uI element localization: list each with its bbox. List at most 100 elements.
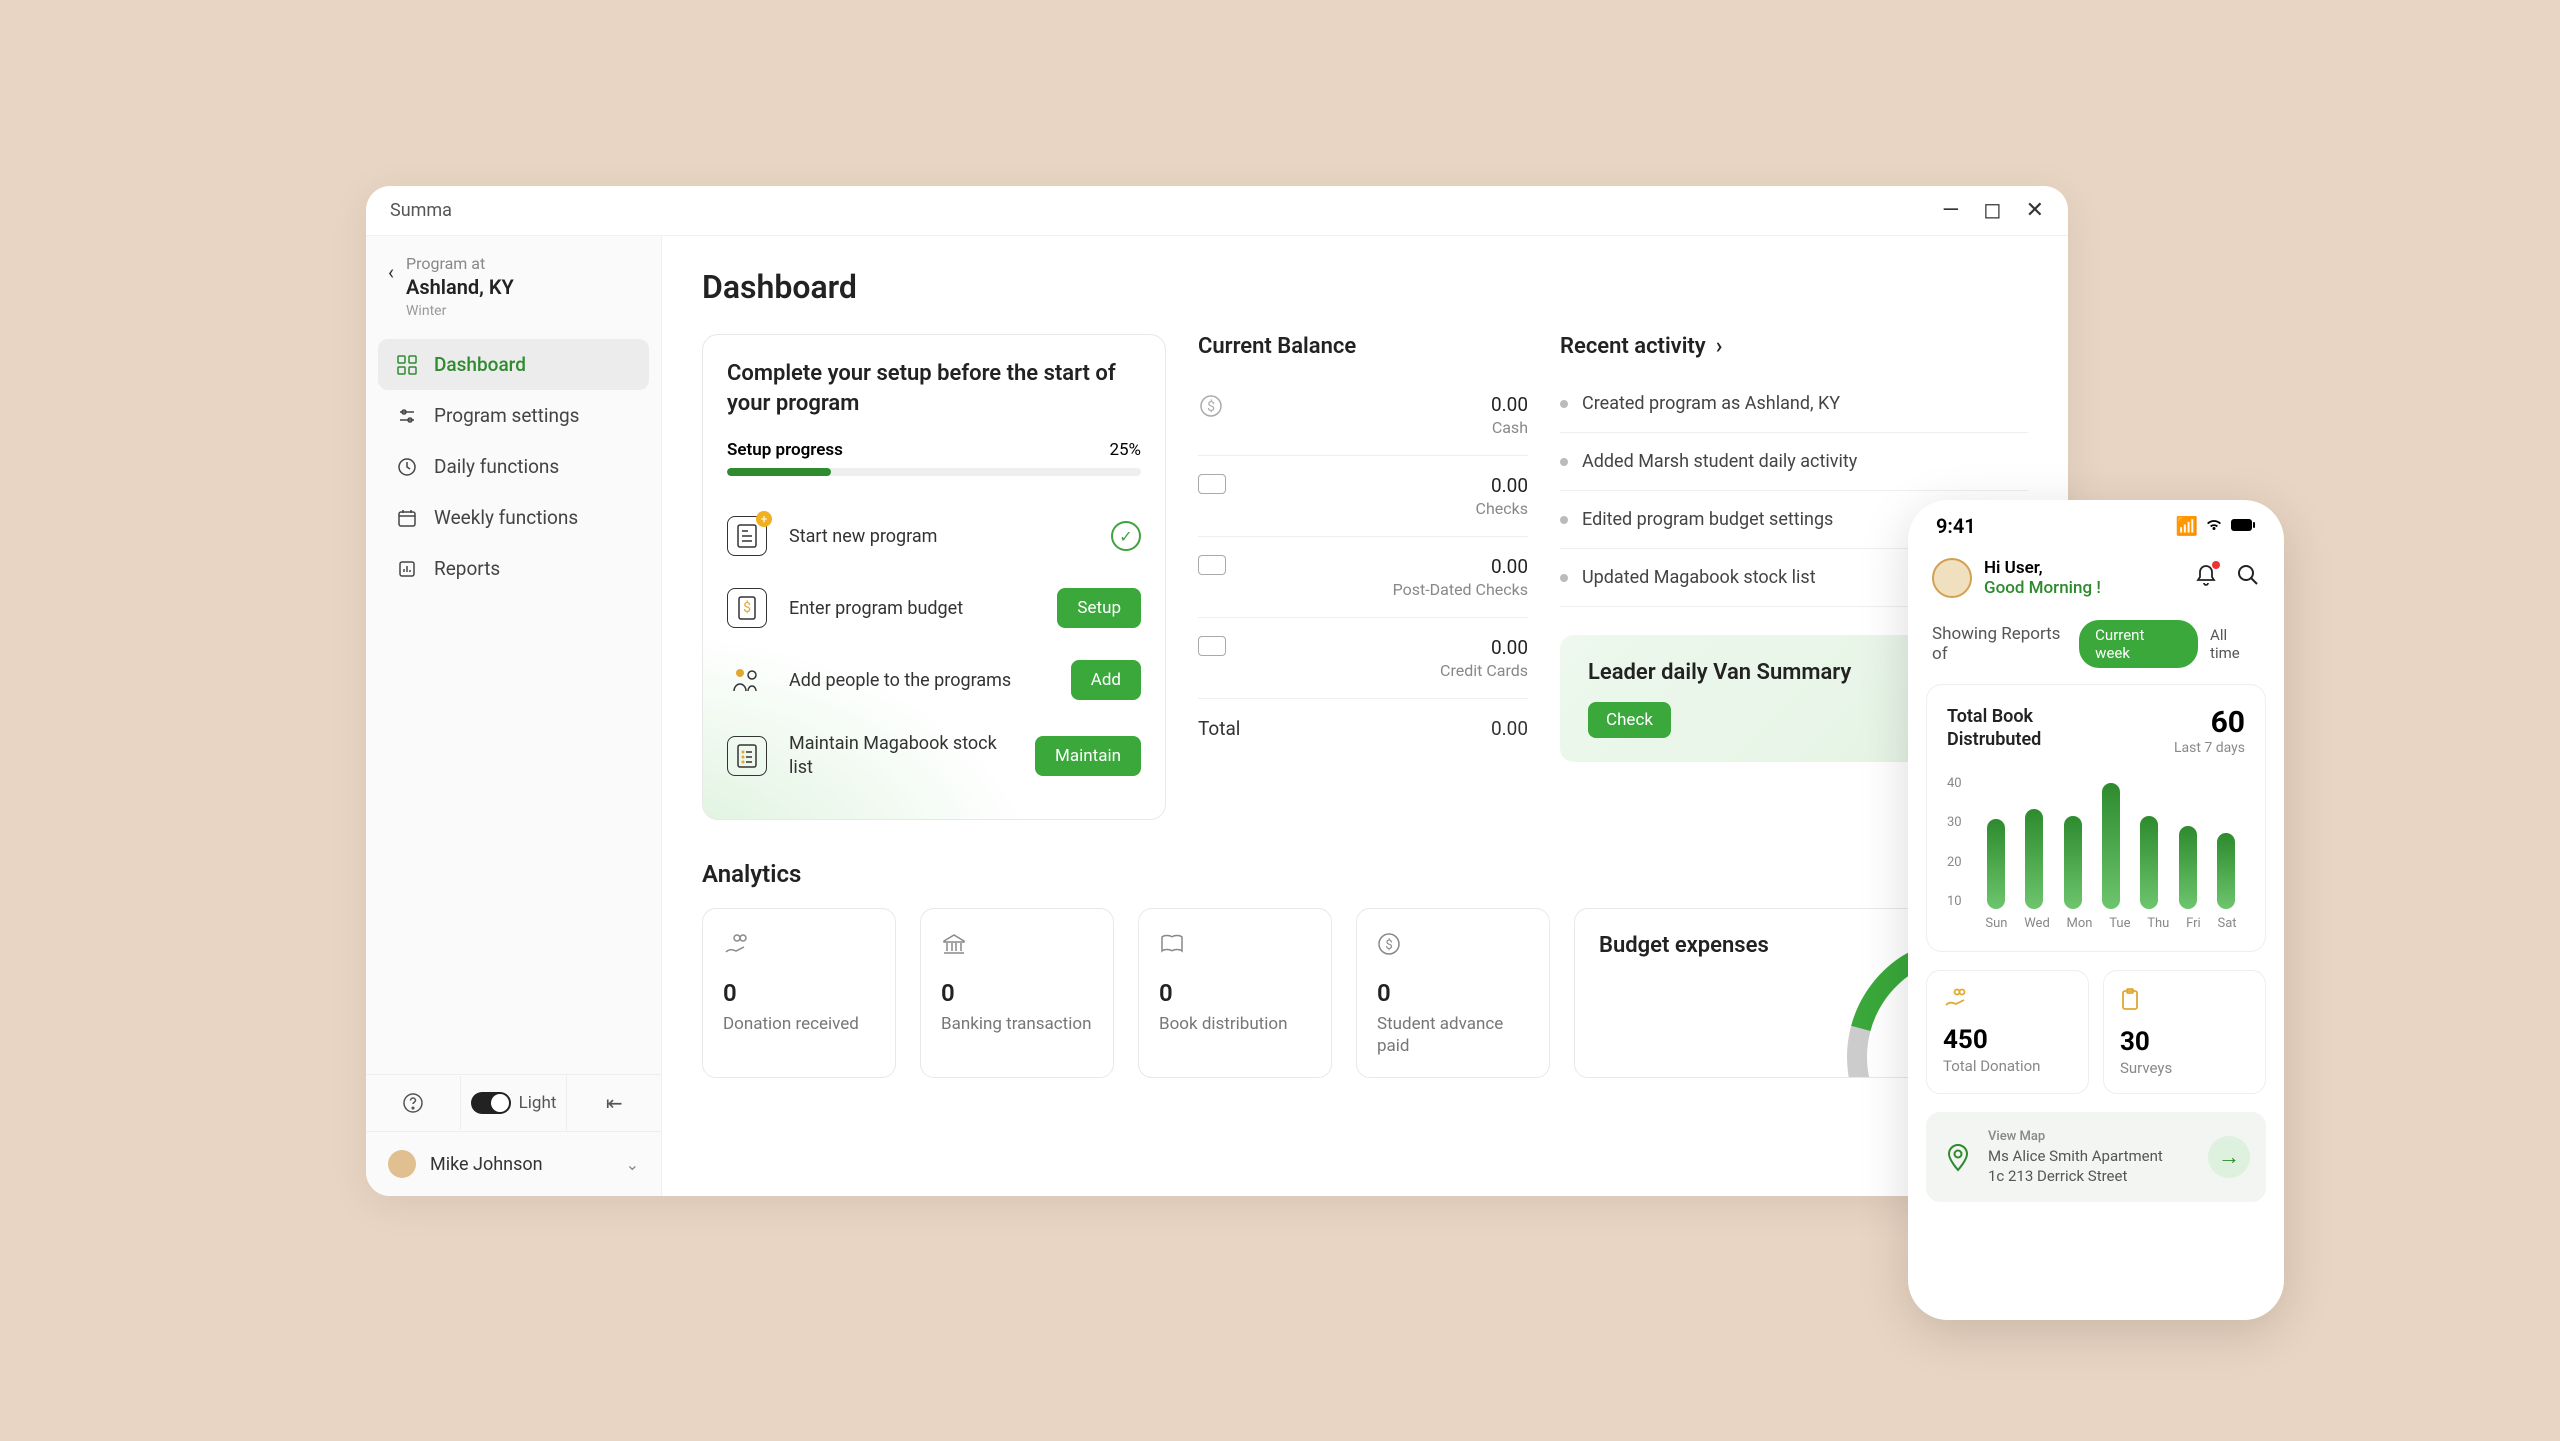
chart-bar: [2102, 783, 2120, 909]
phone-user: Hi User, Good Morning !: [1932, 558, 2101, 598]
bank-icon: [941, 929, 1093, 959]
balance-lbl: Cash: [1491, 418, 1528, 437]
check-button[interactable]: Check: [1588, 702, 1671, 738]
progress-label: Setup progress: [727, 440, 843, 460]
analytics-card-banking[interactable]: 0 Banking transaction: [920, 908, 1114, 1078]
sidebar-item-program-settings[interactable]: Program settings: [378, 390, 649, 441]
balance-total: Total 0.00: [1198, 699, 1528, 740]
current-week-pill[interactable]: Current week: [2079, 620, 2198, 668]
chart-bar: [2140, 816, 2158, 909]
balance-amt: 0.00: [1476, 474, 1528, 497]
sidebar-item-daily-functions[interactable]: Daily functions: [378, 441, 649, 492]
dot-icon: [1560, 458, 1568, 466]
back-icon[interactable]: ‹: [388, 260, 394, 284]
analytics-card-book[interactable]: 0 Book distribution: [1138, 908, 1332, 1078]
credit-card-icon: [1198, 636, 1226, 656]
status-bar: 9:41 📶: [1908, 500, 2284, 544]
chart-big-value: 60: [2174, 705, 2245, 740]
settings-icon: [396, 405, 418, 427]
activity-header[interactable]: Recent activity ›: [1560, 334, 2028, 359]
all-time-link[interactable]: All time: [2210, 626, 2260, 662]
balance-section: Current Balance $ 0.00 Cash 0.00: [1198, 334, 1528, 820]
help-button[interactable]: [366, 1076, 460, 1130]
x-tick: Sat: [2217, 916, 2236, 931]
chart-label: Total Book Distrubuted: [1947, 705, 2097, 752]
morning-text: Good Morning !: [1984, 578, 2101, 598]
stat-label: Surveys: [2120, 1059, 2249, 1077]
notification-dot-icon: [2212, 561, 2220, 569]
chart-bar: [2025, 809, 2043, 909]
map-pin-icon: [1942, 1141, 1974, 1173]
sidebar-item-dashboard[interactable]: Dashboard: [378, 339, 649, 390]
budget-icon: $: [727, 588, 767, 628]
balance-row-credit: 0.00 Credit Cards: [1198, 618, 1528, 699]
chart-bars: [1977, 776, 2245, 909]
program-location: Ashland, KY: [406, 275, 514, 299]
map-text: View Map Ms Alice Smith Apartment 1c 213…: [1988, 1128, 2194, 1186]
sidebar-nav: Dashboard Program settings Daily functio…: [366, 331, 661, 602]
sidebar-item-weekly-functions[interactable]: Weekly functions: [378, 492, 649, 543]
main-layout: ‹ Program at Ashland, KY Winter Dashboar…: [366, 236, 2068, 1196]
x-tick: Thu: [2147, 916, 2169, 931]
analytics-value: 0: [723, 979, 875, 1007]
balance-row-postdated: 0.00 Post-Dated Checks: [1198, 537, 1528, 618]
balance-row-checks: 0.00 Checks: [1198, 456, 1528, 537]
phone-header: Hi User, Good Morning !: [1908, 544, 2284, 612]
dollar-circle-icon: $: [1377, 929, 1529, 959]
balance-amt: 0.00: [1440, 636, 1528, 659]
chevron-down-icon: ⌄: [626, 1155, 639, 1174]
greeting-text: Hi User,: [1984, 558, 2101, 578]
stat-card-donation[interactable]: 450 Total Donation: [1926, 970, 2089, 1094]
sidebar-item-reports[interactable]: Reports: [378, 543, 649, 594]
window-close-icon[interactable]: ✕: [2026, 198, 2044, 223]
analytics-label: Book distribution: [1159, 1013, 1311, 1035]
window-minimize-icon[interactable]: —: [1942, 198, 1959, 223]
activity-item: Added Marsh student daily activity: [1560, 433, 2028, 491]
total-label: Total: [1198, 717, 1240, 740]
chart-big-sub: Last 7 days: [2174, 740, 2245, 756]
nav-label: Daily functions: [434, 455, 559, 478]
check-icon: ✓: [1111, 521, 1141, 551]
wifi-icon: [2204, 516, 2224, 537]
svg-text:$: $: [1207, 398, 1215, 415]
analytics-card-donation[interactable]: 0 Donation received: [702, 908, 896, 1078]
window-maximize-icon[interactable]: ◻: [1983, 198, 2001, 223]
balance-title: Current Balance: [1198, 334, 1528, 359]
maintain-button[interactable]: Maintain: [1035, 736, 1141, 776]
analytics-card-advance[interactable]: $ 0 Student advance paid: [1356, 908, 1550, 1078]
chart-bar: [2064, 816, 2082, 909]
analytics-header: Analytics ⋮: [702, 860, 2028, 888]
user-menu[interactable]: Mike Johnson ⌄: [366, 1132, 661, 1196]
sidebar-footer: Light ⇤ Mike Johnson ⌄: [366, 1074, 661, 1196]
setup-button[interactable]: Setup: [1057, 588, 1141, 628]
chart-bar: [2179, 826, 2197, 909]
collapse-button[interactable]: ⇤: [566, 1075, 661, 1131]
y-axis: 40 30 20 10: [1947, 776, 1971, 909]
total-amount: 0.00: [1491, 717, 1528, 740]
stat-label: Total Donation: [1943, 1057, 2072, 1075]
map-card[interactable]: View Map Ms Alice Smith Apartment 1c 213…: [1926, 1112, 2266, 1202]
y-tick: 20: [1947, 855, 1971, 870]
top-grid: Complete your setup before the start of …: [702, 334, 2028, 820]
task-item-start-program: + Start new program ✓: [727, 500, 1141, 572]
reports-icon: [396, 558, 418, 580]
search-icon[interactable]: [2236, 563, 2260, 593]
dot-icon: [1560, 400, 1568, 408]
nav-label: Reports: [434, 557, 500, 580]
clock-icon: [396, 456, 418, 478]
theme-toggle[interactable]: Light: [460, 1076, 567, 1130]
analytics-value: 0: [941, 979, 1093, 1007]
y-tick: 40: [1947, 776, 1971, 791]
stat-card-surveys[interactable]: 30 Surveys: [2103, 970, 2266, 1094]
balance-lbl: Checks: [1476, 499, 1528, 518]
arrow-right-icon[interactable]: →: [2208, 1136, 2250, 1178]
activity-text: Added Marsh student daily activity: [1582, 451, 1857, 472]
program-season: Winter: [406, 303, 514, 319]
analytics-grid: 0 Donation received 0 Banking transactio…: [702, 908, 2028, 1078]
x-tick: Sun: [1985, 916, 2007, 931]
notification-icon[interactable]: [2194, 563, 2218, 593]
phone-actions: [2194, 563, 2260, 593]
progress-percent: 25%: [1109, 440, 1141, 460]
add-button[interactable]: Add: [1071, 660, 1141, 700]
reports-of-label: Showing Reports of: [1932, 624, 2079, 664]
